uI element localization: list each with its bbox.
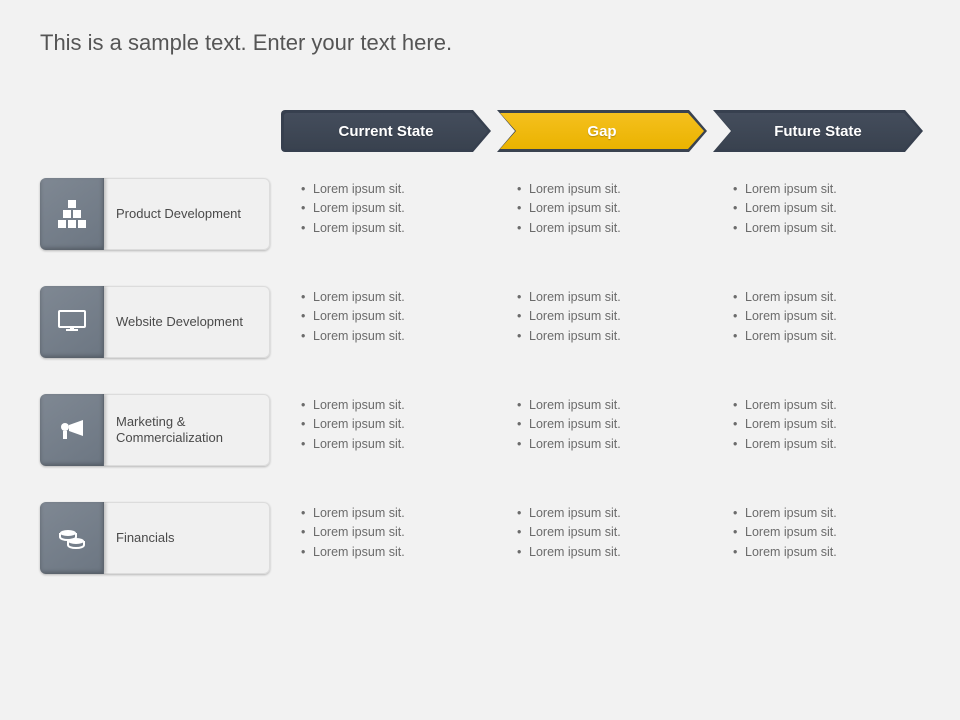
bullet: Lorem ipsum sit. <box>733 288 923 307</box>
bullet: Lorem ipsum sit. <box>733 180 923 199</box>
row-label: Marketing & Commercialization <box>104 414 270 447</box>
bullet: Lorem ipsum sit. <box>301 180 491 199</box>
page-title: This is a sample text. Enter your text h… <box>40 30 920 56</box>
bullet: Lorem ipsum sit. <box>517 396 707 415</box>
cell: Lorem ipsum sit. Lorem ipsum sit. Lorem … <box>281 376 491 454</box>
slide: This is a sample text. Enter your text h… <box>0 0 960 720</box>
bullet: Lorem ipsum sit. <box>517 307 707 326</box>
bullet: Lorem ipsum sit. <box>301 435 491 454</box>
bullet: Lorem ipsum sit. <box>301 219 491 238</box>
cell: Lorem ipsum sit. Lorem ipsum sit. Lorem … <box>713 160 923 238</box>
cell: Lorem ipsum sit. Lorem ipsum sit. Lorem … <box>281 160 491 238</box>
coins-icon <box>40 502 104 574</box>
bullet: Lorem ipsum sit. <box>301 523 491 542</box>
bullet: Lorem ipsum sit. <box>517 288 707 307</box>
bullet: Lorem ipsum sit. <box>517 327 707 346</box>
megaphone-icon <box>40 394 104 466</box>
bullet: Lorem ipsum sit. <box>517 543 707 562</box>
column-header-label: Current State <box>281 110 491 152</box>
cell: Lorem ipsum sit. Lorem ipsum sit. Lorem … <box>713 376 923 454</box>
bullet: Lorem ipsum sit. <box>733 199 923 218</box>
row-label: Financials <box>104 530 270 546</box>
cell: Lorem ipsum sit. Lorem ipsum sit. Lorem … <box>281 268 491 346</box>
bullet: Lorem ipsum sit. <box>301 327 491 346</box>
row-pill-marketing-commercialization: Marketing & Commercialization <box>40 394 270 466</box>
cell: Lorem ipsum sit. Lorem ipsum sit. Lorem … <box>497 376 707 454</box>
bullet: Lorem ipsum sit. <box>517 504 707 523</box>
bullet: Lorem ipsum sit. <box>301 543 491 562</box>
bullet: Lorem ipsum sit. <box>733 307 923 326</box>
column-header-label: Future State <box>713 110 923 152</box>
bullet: Lorem ipsum sit. <box>517 415 707 434</box>
bullet: Lorem ipsum sit. <box>301 199 491 218</box>
bullet: Lorem ipsum sit. <box>733 504 923 523</box>
bullet: Lorem ipsum sit. <box>733 543 923 562</box>
monitor-icon <box>40 286 104 358</box>
bullet: Lorem ipsum sit. <box>301 504 491 523</box>
cell: Lorem ipsum sit. Lorem ipsum sit. Lorem … <box>281 484 491 562</box>
bullet: Lorem ipsum sit. <box>517 219 707 238</box>
cell: Lorem ipsum sit. Lorem ipsum sit. Lorem … <box>713 268 923 346</box>
column-header-current-state: Current State <box>281 110 491 152</box>
bullet: Lorem ipsum sit. <box>733 435 923 454</box>
bullet: Lorem ipsum sit. <box>733 523 923 542</box>
row-label: Product Development <box>104 206 270 222</box>
cell: Lorem ipsum sit. Lorem ipsum sit. Lorem … <box>497 268 707 346</box>
blocks-icon <box>40 178 104 250</box>
cell: Lorem ipsum sit. Lorem ipsum sit. Lorem … <box>713 484 923 562</box>
cell: Lorem ipsum sit. Lorem ipsum sit. Lorem … <box>497 160 707 238</box>
bullet: Lorem ipsum sit. <box>517 199 707 218</box>
row-pill-financials: Financials <box>40 502 270 574</box>
bullet: Lorem ipsum sit. <box>733 415 923 434</box>
bullet: Lorem ipsum sit. <box>301 288 491 307</box>
column-header-gap: Gap <box>497 110 707 152</box>
column-header-label: Gap <box>497 110 707 152</box>
bullet: Lorem ipsum sit. <box>517 435 707 454</box>
row-label: Website Development <box>104 314 270 330</box>
bullet: Lorem ipsum sit. <box>517 180 707 199</box>
bullet: Lorem ipsum sit. <box>517 523 707 542</box>
column-header-future-state: Future State <box>713 110 923 152</box>
bullet: Lorem ipsum sit. <box>301 307 491 326</box>
bullet: Lorem ipsum sit. <box>301 415 491 434</box>
cell: Lorem ipsum sit. Lorem ipsum sit. Lorem … <box>497 484 707 562</box>
bullet: Lorem ipsum sit. <box>733 327 923 346</box>
row-pill-website-development: Website Development <box>40 286 270 358</box>
row-pill-product-development: Product Development <box>40 178 270 250</box>
gap-analysis-grid: Current State Gap Future State Product D… <box>40 106 920 592</box>
bullet: Lorem ipsum sit. <box>733 219 923 238</box>
bullet: Lorem ipsum sit. <box>301 396 491 415</box>
bullet: Lorem ipsum sit. <box>733 396 923 415</box>
